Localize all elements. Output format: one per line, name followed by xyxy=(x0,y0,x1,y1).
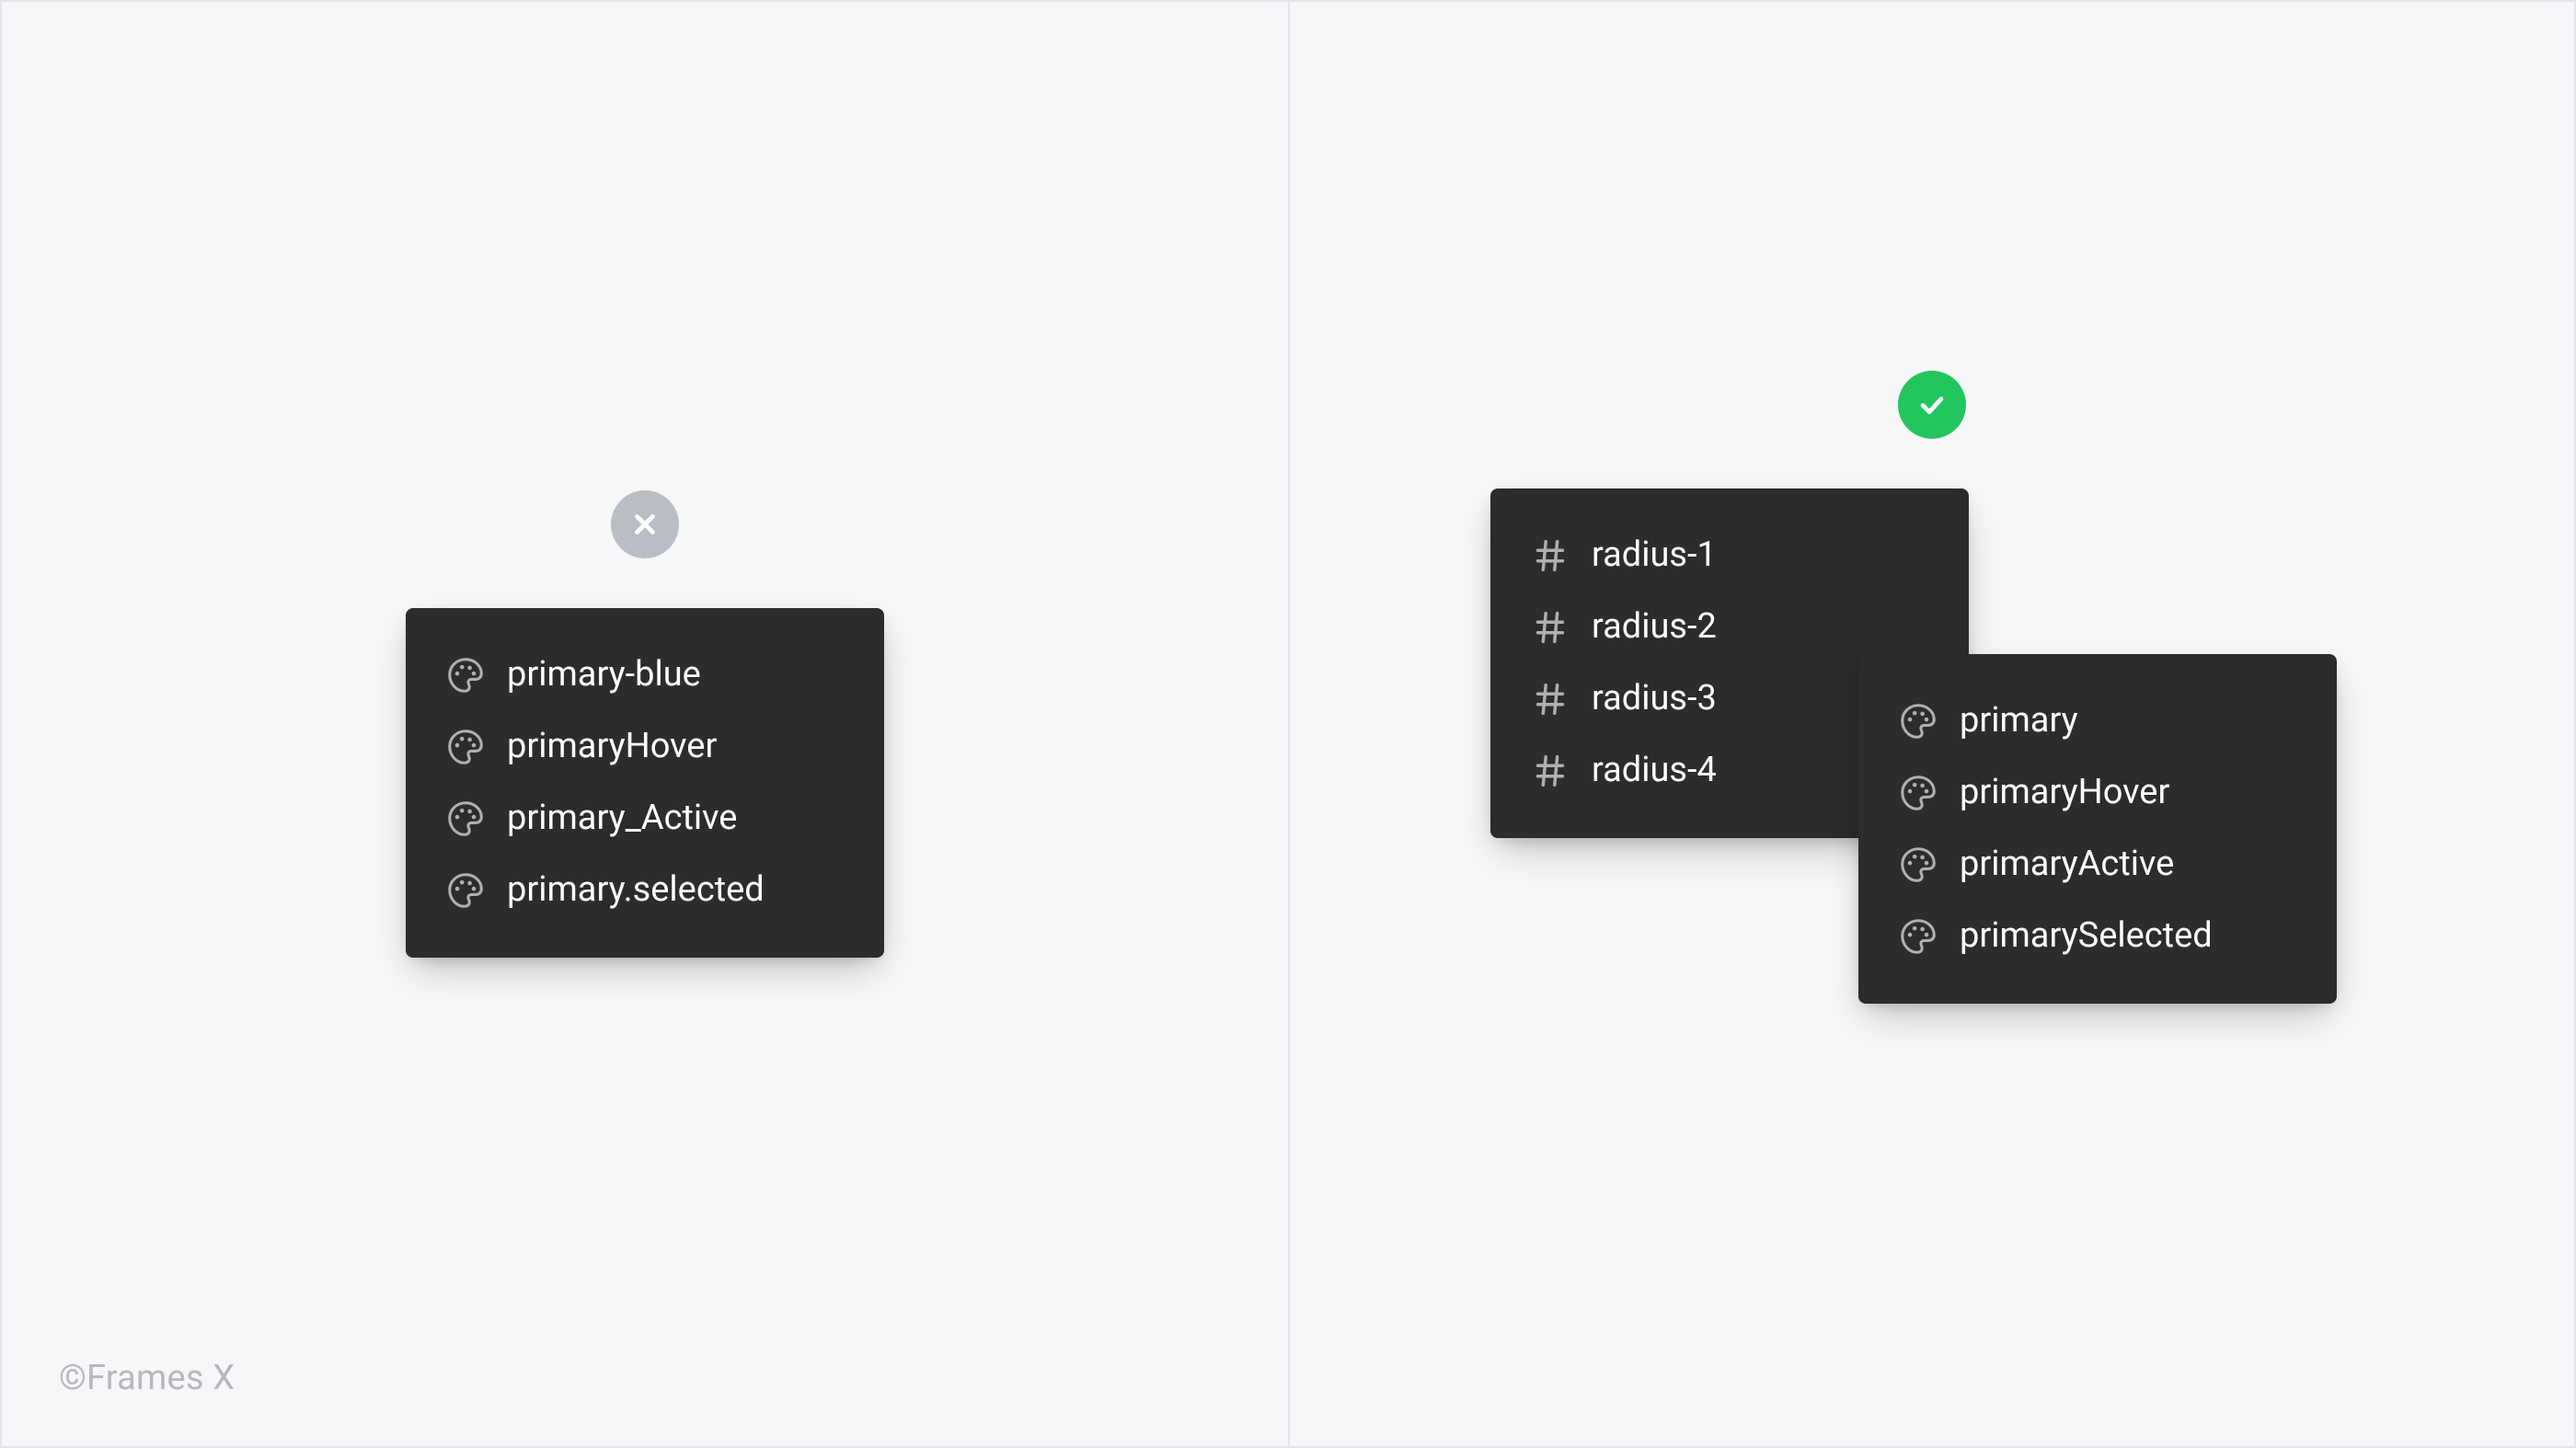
palette-icon xyxy=(1897,772,1939,814)
list-item: primaryActive xyxy=(1897,829,2282,901)
token-label: primary.selected xyxy=(507,871,765,910)
correct-badge xyxy=(1898,371,1966,439)
color-token-list-panel: primary primaryHover primaryActive prima… xyxy=(1858,654,2337,1004)
palette-icon xyxy=(1897,700,1939,742)
list-item: primary-blue xyxy=(444,639,829,711)
token-label: primaryActive xyxy=(1960,845,2174,884)
token-label: primary-blue xyxy=(507,656,701,695)
list-item: radius-1 xyxy=(1529,520,1877,592)
close-icon xyxy=(629,509,661,540)
token-label: radius-2 xyxy=(1592,608,1717,647)
wrong-example-panel: primary-blue primaryHover primary_Active… xyxy=(2,2,1288,1446)
palette-icon xyxy=(444,654,487,696)
check-icon xyxy=(1916,389,1948,420)
palette-icon xyxy=(1897,915,1939,958)
list-item: primary xyxy=(1897,685,2282,757)
wrong-token-list-panel: primary-blue primaryHover primary_Active… xyxy=(406,608,884,958)
hash-icon xyxy=(1529,606,1571,649)
token-label: primaryHover xyxy=(507,728,717,766)
list-item: primaryHover xyxy=(444,711,829,783)
hash-icon xyxy=(1529,534,1571,577)
list-item: primary.selected xyxy=(444,855,829,926)
list-item: primaryHover xyxy=(1897,757,2282,829)
hash-icon xyxy=(1529,750,1571,792)
hash-icon xyxy=(1529,678,1571,720)
token-label: primary_Active xyxy=(507,799,737,838)
token-label: radius-3 xyxy=(1592,680,1717,718)
palette-icon xyxy=(444,869,487,912)
palette-icon xyxy=(1897,844,1939,886)
palette-icon xyxy=(444,726,487,768)
credit-caption: ©Frames X xyxy=(59,1358,235,1398)
list-item: radius-2 xyxy=(1529,592,1877,663)
comparison-diagram: primary-blue primaryHover primary_Active… xyxy=(0,0,2576,1448)
palette-icon xyxy=(444,798,487,840)
wrong-badge xyxy=(611,490,679,558)
token-label: primaryHover xyxy=(1960,774,2169,812)
token-label: radius-1 xyxy=(1592,536,1717,575)
correct-token-list-stack: radius-1 radius-2 radius-3 radius-4 xyxy=(1490,488,2374,1077)
token-label: primary xyxy=(1960,702,2078,741)
list-item: radius-4 xyxy=(1529,735,1877,807)
token-label: primarySelected xyxy=(1960,917,2213,956)
list-item: radius-3 xyxy=(1529,663,1877,735)
token-label: radius-4 xyxy=(1592,752,1717,790)
correct-example-panel: radius-1 radius-2 radius-3 radius-4 xyxy=(1288,2,2574,1446)
list-item: primary_Active xyxy=(444,783,829,855)
list-item: primarySelected xyxy=(1897,901,2282,972)
